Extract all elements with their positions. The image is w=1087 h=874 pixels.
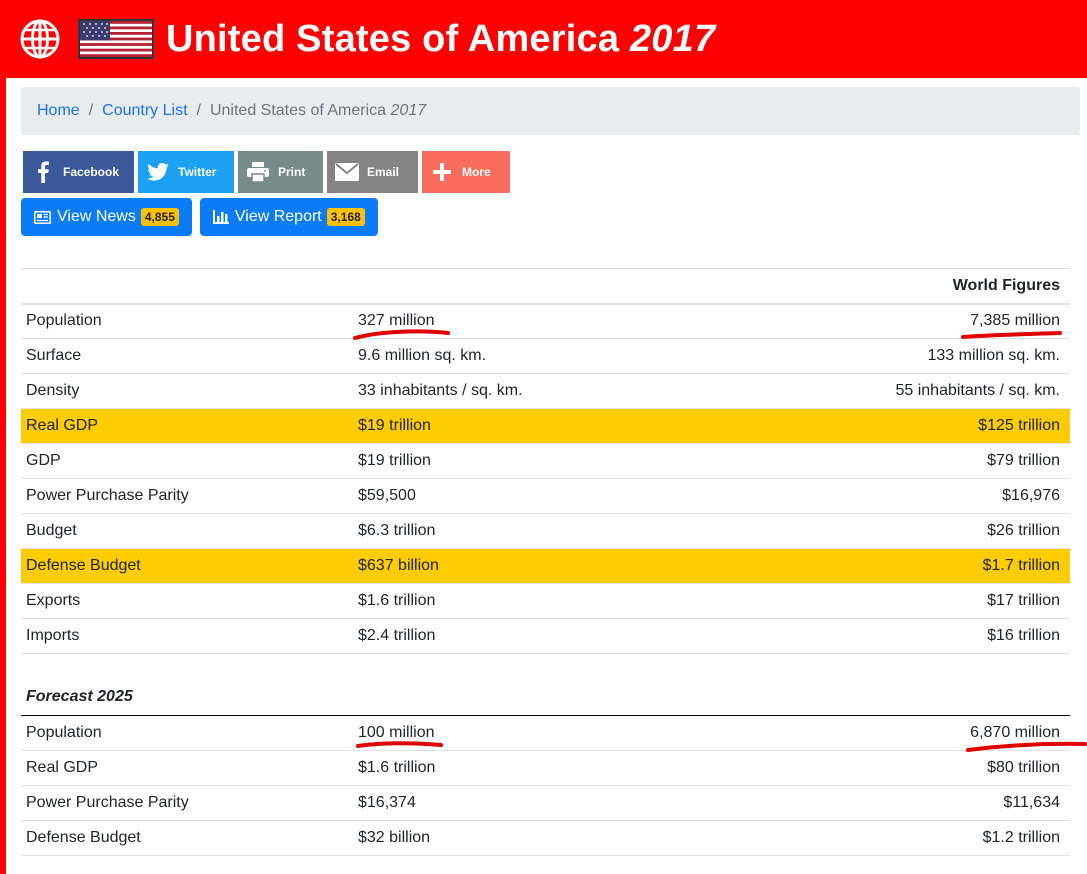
annotation-underline: [353, 329, 450, 340]
annotation-underline: [961, 331, 1062, 339]
annotation-underline: [356, 741, 443, 748]
annotation-underline: [966, 741, 1087, 752]
annotation-layer: [353, 329, 1087, 752]
